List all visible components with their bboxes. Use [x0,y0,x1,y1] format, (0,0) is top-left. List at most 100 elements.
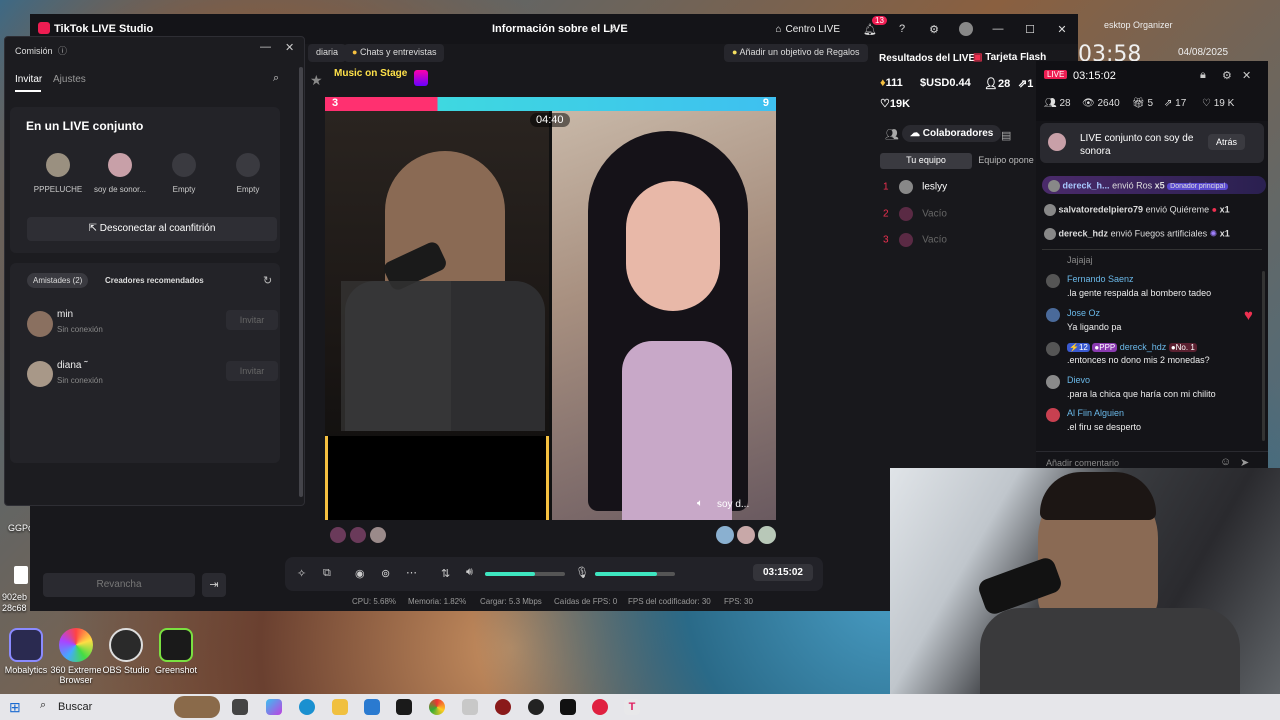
panel-title: Comisión ⓘ [15,44,67,57]
avatar[interactable] [758,526,776,544]
revanche-button[interactable]: Revancha [43,573,195,597]
list-icon[interactable]: ▤ [1001,129,1011,142]
collaborators-tab[interactable]: ☁ Colaboradores [902,125,1002,142]
file-explorer-icon[interactable] [332,699,348,715]
app-icon[interactable] [396,699,412,715]
exit-battle-button[interactable]: ⇥ [202,573,226,597]
guest-slot[interactable]: soy de sonor... [87,153,153,194]
record-icon[interactable]: ◉ [355,567,365,580]
record-app-icon[interactable] [495,699,511,715]
tiktok-logo-icon [38,22,50,34]
guest-slot[interactable]: Empty [151,153,217,194]
share-icon[interactable]: ⇗ [608,23,617,36]
chip-daily[interactable]: diaria [308,44,347,62]
layout-icon[interactable]: ⧉ [323,567,331,580]
flash-card-icon: ▣ [973,52,983,63]
search-icon: ⌕ [40,699,47,711]
panel-scrollbar[interactable] [299,67,303,497]
profile-button[interactable] [950,14,982,44]
refresh-icon[interactable]: ↻ [263,274,272,287]
music-on-stage-label[interactable]: Music on Stage [334,68,407,79]
minimize-button[interactable]: — [982,14,1014,44]
app-t-icon[interactable]: T [624,699,640,715]
pk-left-score: 3 [332,97,339,109]
edge-icon[interactable] [299,699,315,715]
guest-slot[interactable]: PPPELUCHE [25,153,91,194]
avatar[interactable] [330,527,346,543]
tab-my-team[interactable]: Tu equipo [880,153,972,169]
avatar[interactable] [716,526,734,544]
stat-likes-value: 19K [889,98,911,110]
capture-icon[interactable]: ⊚ [381,567,390,580]
tiktok-taskbar-icon[interactable] [560,699,576,715]
close-button[interactable]: ✕ [1046,14,1078,44]
mic-slider[interactable] [595,572,675,576]
owl-icon [174,696,220,718]
windows-start-icon[interactable]: ⊞ [9,699,21,716]
desktop-file-icon[interactable] [14,566,28,584]
opera-icon[interactable] [592,699,608,715]
battle-video-stage: 3 9 04:40 🔈︎ soy d... [325,97,776,520]
tab-opponent-team[interactable]: Equipo opone [976,153,1036,169]
gift-icon: ● [1211,204,1218,215]
avatar[interactable] [737,526,755,544]
comment-author[interactable]: Jose Oz [1067,308,1100,318]
microphone-icon[interactable]: 🎙︎ [575,566,589,579]
recommended-tab[interactable]: Creadores recomendados [105,276,204,285]
close-icon[interactable]: ✕ [285,41,294,54]
centro-live-button[interactable]: ⌂ Centro LIVE [775,24,840,35]
stat-encoder-fps: FPS del codificador: 30 [628,597,711,606]
app-icon[interactable] [462,699,478,715]
help-button[interactable]: ? [886,14,918,44]
copilot-icon[interactable] [266,699,282,715]
avatar[interactable] [350,527,366,543]
avatar [108,153,132,177]
pk-right-score: 9 [762,97,769,109]
store-icon[interactable] [364,699,380,715]
invite-button[interactable]: Invitar [226,310,278,330]
gift-goal-button[interactable]: ● Añadir un objetivo de Regalos [724,44,868,62]
friends-tab[interactable]: Amistades (2) [27,273,89,288]
more-icon[interactable]: ⋯ [406,566,417,579]
search-icon[interactable]: ⌕ [273,72,279,85]
gift-user: salvatoredelpiero79 [1058,204,1144,215]
notifications-button[interactable]: 🔔︎ 13 [854,14,887,44]
task-view-icon[interactable] [232,699,248,715]
maximize-button[interactable]: ☐ [1014,14,1046,44]
disconnect-label: Desconectar al coanfitrión [99,223,216,234]
panel-title-text: Comisión [15,46,53,56]
help-icon[interactable]: ⓘ [58,46,67,56]
star-icon[interactable]: ★ [310,72,323,89]
add-person-icon[interactable]: 👥︎ [885,128,899,141]
invite-button[interactable]: Invitar [226,361,278,381]
tab-settings[interactable]: Ajustes [53,74,86,85]
speaker-icon[interactable]: 🔈︎ [697,498,703,509]
gear-icon[interactable]: ⚙ [1222,69,1232,82]
results-title: Resultados del LIVE [879,53,976,64]
comment-author[interactable]: Fernando Saenz [1067,274,1134,284]
settings-button[interactable]: ⚙ [918,14,950,44]
volume-icon[interactable]: 🔊︎ [466,566,473,579]
disconnect-cohost-button[interactable]: ⇱ Desconectar al coanfitrión [27,217,277,241]
tab-invite[interactable]: Invitar [15,74,42,85]
emoji-icon[interactable]: ☺ [1220,456,1231,468]
comment-author[interactable]: Dievo [1067,375,1090,385]
volume-slider[interactable] [485,572,565,576]
chat-scrollbar[interactable] [1262,271,1265,441]
minimize-icon[interactable]: — [260,41,271,53]
desktop-icon-greenshot[interactable]: Greenshot [146,628,206,675]
obs-taskbar-icon[interactable] [528,699,544,715]
chip-chats[interactable]: ● Chats y entrevistas [344,44,445,62]
avatar[interactable] [370,527,386,543]
lock-icon[interactable]: 🔒︎ [1200,69,1206,82]
chrome-icon[interactable] [429,699,445,715]
effects-icon[interactable]: ✧ [297,567,306,580]
mixer-icon[interactable]: ⇅ [441,567,450,580]
heart-icon[interactable]: ♥ [1244,307,1253,324]
taskbar-search[interactable]: ⌕ Buscar [34,696,224,718]
back-button[interactable]: Atrás [1208,134,1246,150]
close-icon[interactable]: ✕ [1242,69,1251,82]
guest-slot[interactable]: Empty [215,153,281,194]
comment-author[interactable]: Al Fiin Alguien [1067,408,1124,418]
comment-author[interactable]: ⚡12 ●PPP dereck_hdz ●No. 1 [1067,342,1197,352]
